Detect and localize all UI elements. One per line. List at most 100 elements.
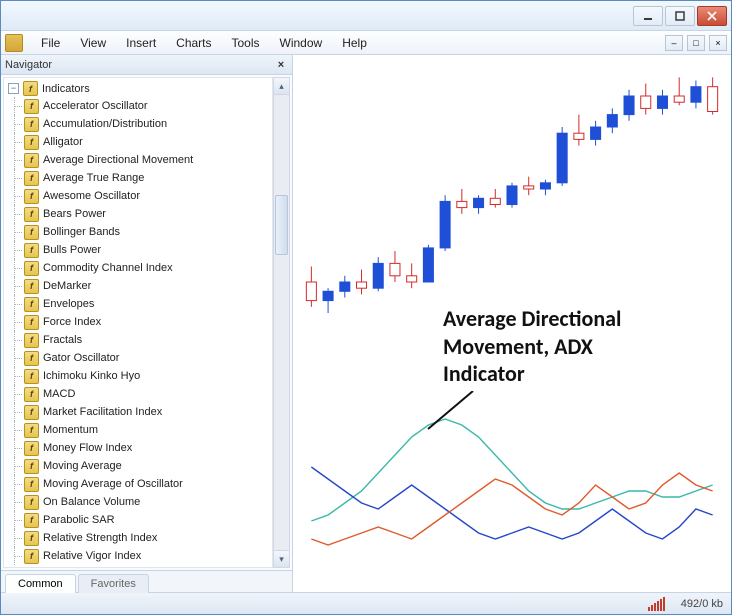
- indicator-icon: f: [24, 315, 39, 330]
- navigator-header: Navigator ×: [1, 55, 292, 75]
- indicator-icon: f: [24, 225, 39, 240]
- indicator-icon: f: [24, 261, 39, 276]
- window-titlebar: [1, 1, 731, 31]
- indicator-item[interactable]: fOn Balance Volume: [4, 493, 272, 511]
- indicator-icon: f: [24, 477, 39, 492]
- scroll-down-icon[interactable]: ▾: [274, 550, 289, 567]
- indicator-icon: f: [24, 459, 39, 474]
- menu-help[interactable]: Help: [332, 34, 377, 52]
- tree-collapse-icon[interactable]: −: [8, 83, 19, 94]
- navigator-panel: Navigator × − f Indicators fAccelerator …: [1, 55, 293, 592]
- indicator-label: DeMarker: [43, 280, 91, 292]
- menubar: FileViewInsertChartsToolsWindowHelp – □ …: [1, 31, 731, 55]
- indicator-item[interactable]: fMoney Flow Index: [4, 439, 272, 457]
- navigator-scrollbar[interactable]: ▴ ▾: [273, 77, 290, 568]
- indicator-item[interactable]: f Accumulation/Distribution: [4, 115, 272, 133]
- indicator-item[interactable]: fFractals: [4, 331, 272, 349]
- menu-tools[interactable]: Tools: [222, 34, 270, 52]
- indicator-icon: f: [24, 297, 39, 312]
- indicator-label: Moving Average: [43, 460, 122, 472]
- close-button[interactable]: [697, 6, 727, 26]
- indicator-label: Alligator: [43, 136, 83, 148]
- indicator-item[interactable]: f Envelopes: [4, 295, 272, 313]
- indicator-icon: f: [24, 351, 39, 366]
- indicator-item[interactable]: f Moving Average: [4, 457, 272, 475]
- indicator-icon: f: [24, 495, 39, 510]
- indicator-icon: f: [24, 369, 39, 384]
- menu-view[interactable]: View: [70, 34, 116, 52]
- indicator-label: MACD: [43, 388, 75, 400]
- navigator-tree[interactable]: − f Indicators fAccelerator OscillatorfA…: [3, 77, 273, 568]
- indicator-icon: f: [24, 99, 39, 114]
- app-icon: [5, 34, 23, 52]
- navigator-tabs: Common Favorites: [1, 570, 292, 592]
- navigator-title: Navigator: [5, 59, 52, 71]
- indicator-item[interactable]: f Awesome Oscillator: [4, 187, 272, 205]
- menu-window[interactable]: Window: [270, 34, 333, 52]
- indicator-item[interactable]: fAccelerator Oscillator: [4, 97, 272, 115]
- indicator-icon: f: [24, 243, 39, 258]
- tree-root-label: Indicators: [42, 83, 90, 95]
- indicator-item[interactable]: fMACD: [4, 385, 272, 403]
- indicator-label: Envelopes: [43, 298, 94, 310]
- indicator-icon: f: [24, 207, 39, 222]
- indicator-icon: f: [24, 333, 39, 348]
- indicator-label: Awesome Oscillator: [43, 190, 140, 202]
- indicator-label: Bulls Power: [43, 244, 101, 256]
- indicator-icon: f: [24, 171, 39, 186]
- indicator-label: Force Index: [43, 316, 101, 328]
- maximize-button[interactable]: [665, 6, 695, 26]
- chart-area[interactable]: Average Directional Movement, ADX Indica…: [293, 55, 731, 592]
- indicator-label: Commodity Channel Index: [43, 262, 173, 274]
- indicator-item[interactable]: fDeMarker: [4, 277, 272, 295]
- indicator-folder-icon: f: [23, 81, 38, 96]
- indicator-label: Average Directional Movement: [43, 154, 193, 166]
- tree-root-indicators[interactable]: − f Indicators: [4, 80, 272, 97]
- mdi-restore-button[interactable]: □: [687, 35, 705, 51]
- indicator-item[interactable]: f Gator Oscillator: [4, 349, 272, 367]
- indicator-item[interactable]: f Bears Power: [4, 205, 272, 223]
- indicator-icon: f: [24, 117, 39, 132]
- indicator-item[interactable]: f Commodity Channel Index: [4, 259, 272, 277]
- scroll-track[interactable]: [274, 95, 289, 550]
- indicator-item[interactable]: f Average Directional Movement: [4, 151, 272, 169]
- indicator-label: Moving Average of Oscillator: [43, 478, 183, 490]
- indicator-label: Bollinger Bands: [43, 226, 120, 238]
- menu-file[interactable]: File: [31, 34, 70, 52]
- indicator-label: Gator Oscillator: [43, 352, 119, 364]
- indicator-label: Relative Vigor Index: [43, 550, 141, 562]
- indicator-item[interactable]: fParabolic SAR: [4, 511, 272, 529]
- indicator-item[interactable]: fRelative Strength Index: [4, 529, 272, 547]
- tab-favorites[interactable]: Favorites: [78, 574, 149, 593]
- main-area: Navigator × − f Indicators fAccelerator …: [1, 55, 731, 592]
- mdi-close-button[interactable]: ×: [709, 35, 727, 51]
- indicator-item[interactable]: fMarket Facilitation Index: [4, 403, 272, 421]
- indicator-item[interactable]: fAlligator: [4, 133, 272, 151]
- navigator-close-icon[interactable]: ×: [274, 59, 288, 71]
- indicator-item[interactable]: fAverage True Range: [4, 169, 272, 187]
- mdi-minimize-button[interactable]: –: [665, 35, 683, 51]
- status-traffic: 492/0 kb: [681, 598, 723, 610]
- indicator-icon: f: [24, 189, 39, 204]
- indicator-item[interactable]: f Bulls Power: [4, 241, 272, 259]
- minimize-button[interactable]: [633, 6, 663, 26]
- menu-insert[interactable]: Insert: [116, 34, 166, 52]
- indicator-item[interactable]: f Force Index: [4, 313, 272, 331]
- scroll-thumb[interactable]: [275, 195, 288, 255]
- indicator-icon: f: [24, 441, 39, 456]
- indicator-label: Bears Power: [43, 208, 106, 220]
- indicator-icon: f: [24, 153, 39, 168]
- menu-charts[interactable]: Charts: [166, 34, 221, 52]
- indicator-item[interactable]: fRelative Vigor Index: [4, 547, 272, 565]
- indicator-item[interactable]: f Ichimoku Kinko Hyo: [4, 367, 272, 385]
- annotation-text: Average Directional Movement, ADX Indica…: [443, 305, 621, 388]
- indicator-item[interactable]: f Moving Average of Oscillator: [4, 475, 272, 493]
- scroll-up-icon[interactable]: ▴: [274, 78, 289, 95]
- indicator-item[interactable]: fMomentum: [4, 421, 272, 439]
- tab-common[interactable]: Common: [5, 574, 76, 593]
- indicator-icon: f: [24, 531, 39, 546]
- indicator-item[interactable]: f Bollinger Bands: [4, 223, 272, 241]
- indicator-label: Ichimoku Kinko Hyo: [43, 370, 140, 382]
- indicator-label: Accumulation/Distribution: [43, 118, 167, 130]
- indicator-label: Market Facilitation Index: [43, 406, 162, 418]
